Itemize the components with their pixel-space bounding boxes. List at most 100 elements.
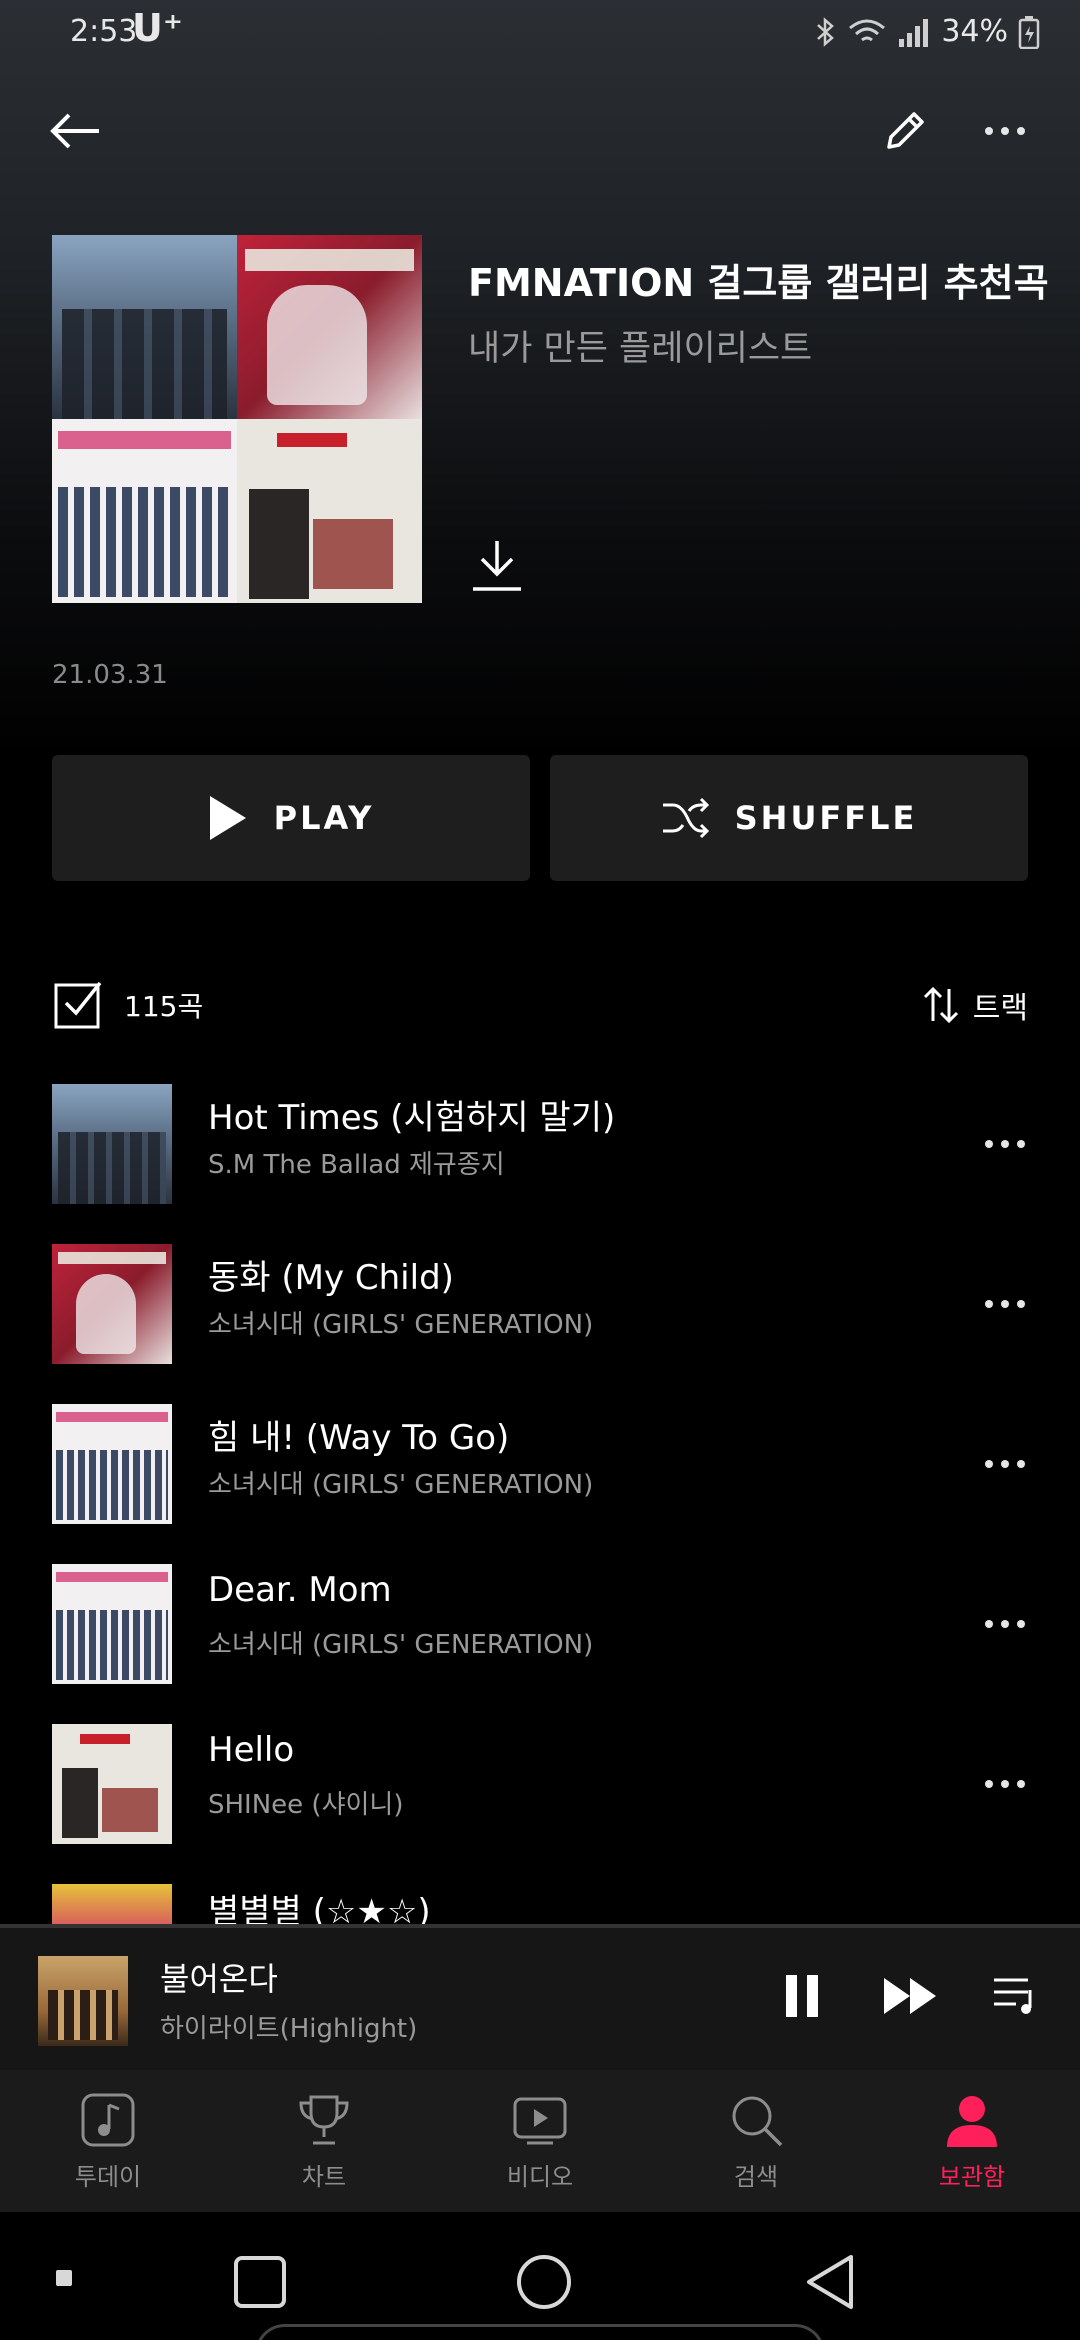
track-title: 동화 (My Child) — [208, 1258, 454, 1298]
playlist-subtitle: 내가 만든 플레이리스트 — [468, 329, 813, 369]
recent-apps-button[interactable] — [220, 2242, 300, 2322]
play-icon — [209, 796, 246, 840]
playlist-icon — [994, 1978, 1032, 2014]
download-button[interactable] — [462, 530, 532, 600]
edit-button[interactable] — [870, 96, 940, 166]
recents-icon — [234, 2256, 286, 2308]
queue-button[interactable] — [980, 1960, 1052, 2032]
track-artist: 소녀시대 (GIRLS' GENERATION) — [208, 1470, 594, 1500]
more-options-button[interactable] — [970, 96, 1040, 166]
play-label: PLAY — [273, 799, 375, 837]
sort-label: 트랙 — [972, 991, 1028, 1026]
video-icon — [513, 2097, 567, 2144]
playlist-title: FMNATION 걸그룹 갤러리 추천곡 — [468, 261, 1049, 305]
track-row[interactable]: 별별별 (☆★☆) — [0, 1864, 1080, 1924]
track-title: Hot Times (시험하지 말기) — [208, 1098, 616, 1138]
cover-tile-2 — [237, 235, 422, 419]
back-triangle-icon — [807, 2255, 853, 2309]
now-playing-artwork — [38, 1956, 128, 2046]
now-playing-title: 불어온다 — [160, 1960, 278, 1998]
track-title: 별별별 (☆★☆) — [208, 1892, 431, 1924]
next-button[interactable] — [874, 1960, 946, 2032]
track-thumbnail — [52, 1244, 172, 1364]
track-artist: 소녀시대 (GIRLS' GENERATION) — [208, 1630, 594, 1660]
home-button[interactable] — [504, 2242, 584, 2322]
checkbox-icon — [54, 981, 102, 1029]
status-icons: 34% — [815, 14, 1040, 49]
track-title: 힘 내! (Way To Go) — [208, 1418, 510, 1458]
tab-label: 투데이 — [74, 2162, 142, 2191]
more-icon — [985, 1620, 1025, 1628]
tab-video[interactable]: 비디오 — [432, 2070, 648, 2212]
track-thumbnail — [52, 1884, 172, 1924]
tab-today[interactable]: 투데이 — [0, 2070, 216, 2212]
track-thumbnail — [52, 1084, 172, 1204]
nav-indicator-icon — [56, 2270, 72, 2286]
playlist-date: 21.03.31 — [52, 660, 168, 690]
pause-icon — [786, 1975, 818, 2017]
track-count: 115곡 — [124, 990, 204, 1023]
track-artist: SHINee (샤이니) — [208, 1790, 404, 1820]
track-row[interactable]: Dear. Mom 소녀시대 (GIRLS' GENERATION) — [0, 1544, 1080, 1704]
signal-icon — [899, 18, 929, 47]
mini-player[interactable]: 불어온다 하이라이트(Highlight) — [0, 1924, 1080, 2070]
bluetooth-icon — [817, 16, 835, 47]
system-back-button[interactable] — [790, 2242, 870, 2322]
tab-label: 비디오 — [506, 2162, 574, 2191]
track-title: Dear. Mom — [208, 1570, 392, 1610]
track-artist: 소녀시대 (GIRLS' GENERATION) — [208, 1310, 594, 1340]
more-icon — [985, 1300, 1025, 1308]
bottom-tab-bar: 투데이 차트 비디오 검색 보관함 — [0, 2070, 1080, 2212]
pencil-icon — [887, 112, 924, 149]
shuffle-label: SHUFFLE — [734, 799, 918, 837]
track-more-button[interactable] — [970, 1434, 1040, 1494]
track-thumbnail — [52, 1724, 172, 1844]
tab-label: 검색 — [733, 2162, 779, 2191]
track-row[interactable]: Hot Times (시험하지 말기) S.M The Ballad 제규종지 — [0, 1064, 1080, 1224]
track-more-button[interactable] — [970, 1114, 1040, 1174]
person-icon — [947, 2095, 997, 2147]
more-icon — [985, 127, 1025, 135]
more-icon — [985, 1140, 1025, 1148]
tab-library[interactable]: 보관함 — [864, 2070, 1080, 2212]
track-row[interactable]: Hello SHINee (샤이니) — [0, 1704, 1080, 1864]
shuffle-button[interactable]: SHUFFLE — [550, 755, 1028, 881]
carrier-name: U⁺ — [132, 6, 183, 50]
track-row[interactable]: 동화 (My Child) 소녀시대 (GIRLS' GENERATION) — [0, 1224, 1080, 1384]
more-icon — [985, 1780, 1025, 1788]
status-bar: 2:53 U⁺ 34% — [0, 0, 1080, 70]
tab-search[interactable]: 검색 — [648, 2070, 864, 2212]
sort-icon — [923, 986, 958, 1024]
cover-tile-4 — [237, 419, 422, 603]
now-playing-artist: 하이라이트(Highlight) — [160, 2014, 418, 2044]
back-arrow-icon — [50, 113, 99, 149]
battery-percent: 34% — [941, 14, 1008, 49]
select-all-control[interactable]: 115곡 — [52, 975, 203, 1035]
download-icon — [473, 541, 521, 591]
status-time: 2:53 — [70, 14, 138, 49]
track-more-button[interactable] — [970, 1274, 1040, 1334]
tab-label: 차트 — [301, 2162, 347, 2191]
track-more-button[interactable] — [970, 1594, 1040, 1654]
wifi-icon — [849, 19, 886, 41]
track-thumbnail — [52, 1564, 172, 1684]
cover-tile-1 — [52, 235, 237, 419]
search-icon — [732, 2096, 783, 2146]
playback-progress[interactable] — [0, 1924, 1080, 1928]
home-circle-icon — [517, 2255, 571, 2309]
track-row[interactable]: 힘 내! (Way To Go) 소녀시대 (GIRLS' GENERATION… — [0, 1384, 1080, 1544]
playlist-cover — [52, 235, 422, 603]
pause-button[interactable] — [770, 1960, 834, 2032]
shuffle-icon — [662, 797, 709, 839]
gesture-handle — [255, 2324, 825, 2340]
track-more-button[interactable] — [970, 1754, 1040, 1814]
fast-forward-icon — [884, 1978, 936, 2014]
back-button[interactable] — [40, 96, 110, 166]
trophy-icon — [299, 2095, 349, 2144]
system-navigation-bar — [0, 2212, 1080, 2340]
tab-chart[interactable]: 차트 — [216, 2070, 432, 2212]
tab-label: 보관함 — [938, 2162, 1006, 2191]
sort-button[interactable]: 트랙 — [921, 975, 1028, 1035]
play-button[interactable]: PLAY — [52, 755, 530, 881]
cover-tile-3 — [52, 419, 237, 603]
